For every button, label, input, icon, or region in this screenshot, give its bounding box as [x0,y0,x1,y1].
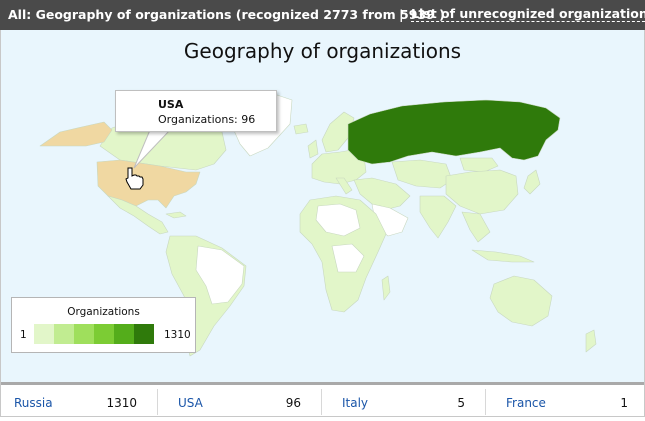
country-iceland[interactable] [293,123,309,135]
legend-swatch [134,324,154,344]
country-alaska[interactable] [39,121,113,147]
country-india[interactable] [419,195,457,239]
map-title: Geography of organizations [183,39,462,63]
country-link-usa[interactable]: USA [178,385,203,421]
country-value-italy: 5 [457,396,465,410]
list-item: Italy 5 [342,385,465,415]
map-legend: Organizations 1 1310 [11,297,196,353]
legend-swatch [54,324,74,344]
country-list: Russia 1310 USA 96 Italy 5 France 1 [1,385,644,415]
country-mongolia[interactable] [459,157,499,173]
tooltip-value: Organizations: 96 [158,113,256,126]
legend-title: Organizations [67,306,140,318]
country-value-russia: 1310 [106,396,137,410]
country-china[interactable] [445,169,519,215]
tooltip-country: USA [158,98,184,111]
legend-max: 1310 [164,329,191,341]
list-item: USA 96 [178,385,301,415]
list-separator [157,389,158,415]
country-value-usa: 96 [285,396,301,410]
legend-swatch [114,324,134,344]
country-link-russia[interactable]: Russia [14,385,53,421]
country-link-france[interactable]: France [506,385,546,421]
country-se-asia[interactable] [461,211,491,243]
country-japan[interactable] [523,169,541,195]
list-separator [485,389,486,415]
country-tooltip: USA Organizations: 96 [115,90,277,132]
legend-gradient [34,324,154,344]
legend-swatch [34,324,54,344]
legend-min: 1 [20,329,27,341]
list-item: France 1 [506,385,628,415]
country-russia[interactable] [347,99,561,165]
country-link-italy[interactable]: Italy [342,385,368,421]
legend-swatch [94,324,114,344]
country-new-zealand[interactable] [585,329,597,353]
country-cuba[interactable] [165,211,187,219]
legend-swatch [74,324,94,344]
country-uk[interactable] [307,139,319,159]
country-australia[interactable] [489,275,553,327]
country-central-asia[interactable] [391,159,453,189]
country-value-france: 1 [620,396,628,410]
list-separator [321,389,322,415]
country-madagascar[interactable] [381,275,391,301]
country-indonesia[interactable] [471,249,535,263]
list-item: Russia 1310 [14,385,137,415]
